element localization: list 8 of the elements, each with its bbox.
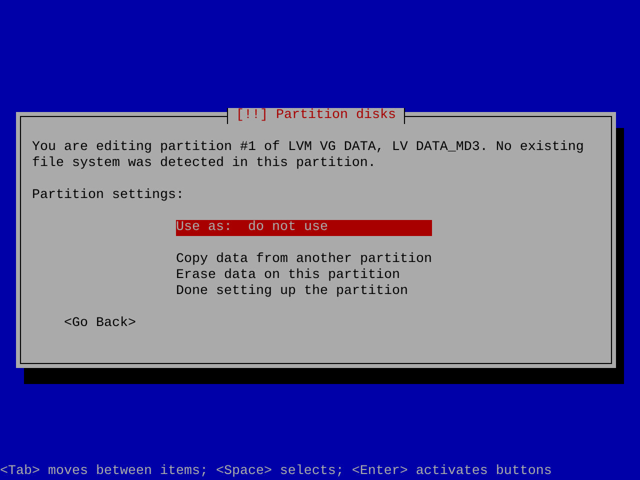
- settings-label: Partition settings:: [32, 188, 185, 204]
- menu-option[interactable]: Done setting up the partition: [176, 284, 432, 300]
- status-bar-hint: <Tab> moves between items; <Space> selects; <Enter> activates buttons: [0, 464, 552, 479]
- dialog-message: You are editing partition #1 of LVM VG DATA, LV DATA_MD3. No existing file system was detected in this partition.: [32, 140, 585, 172]
- menu-option[interactable]: Copy data from another partition: [176, 252, 432, 268]
- dialog-title: [!!] Partition disks: [227, 108, 405, 124]
- go-back-button[interactable]: <Go Back>: [64, 316, 136, 332]
- menu-option[interactable]: Erase data on this partition: [176, 268, 432, 284]
